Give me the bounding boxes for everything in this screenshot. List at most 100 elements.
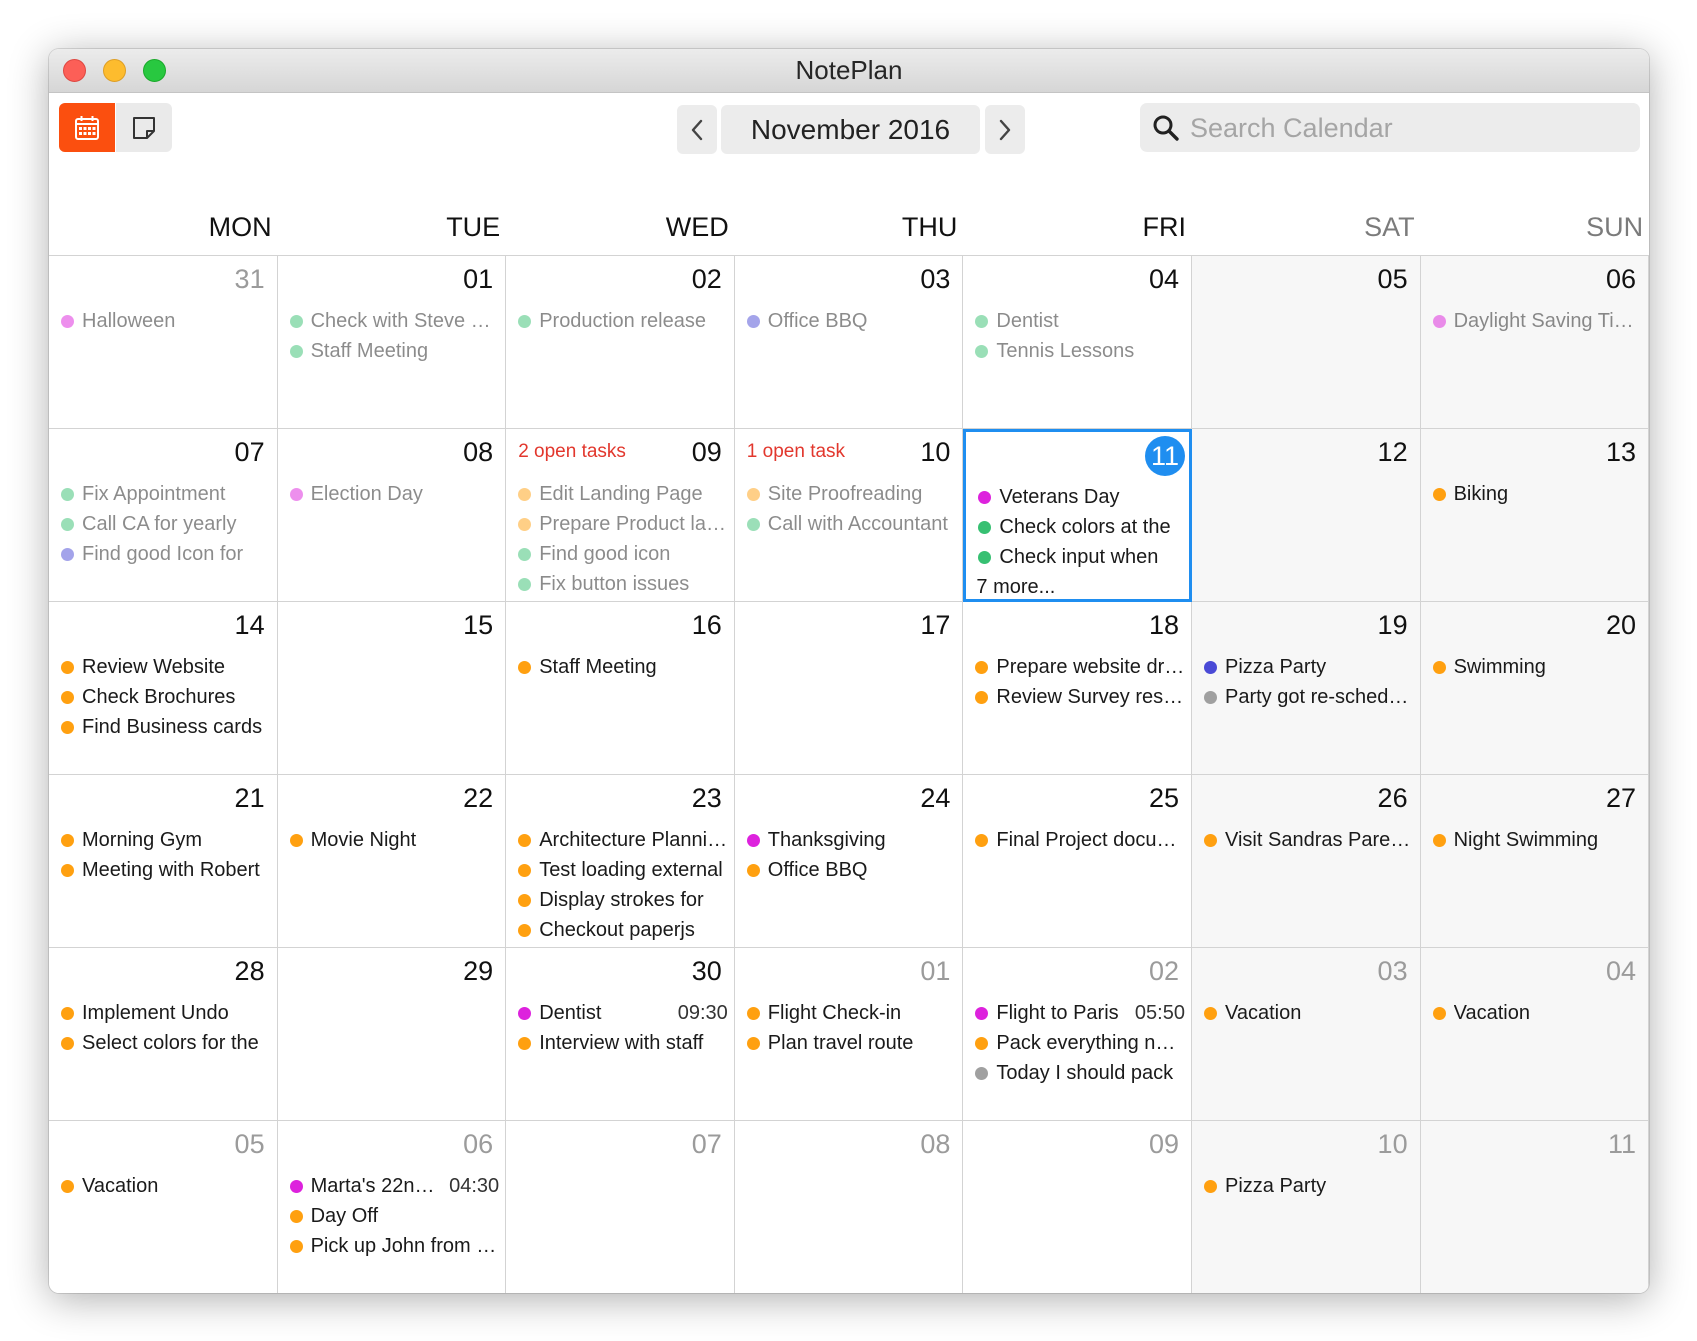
day-cell[interactable]: 06 Daylight Saving Time ends <box>1420 256 1649 429</box>
event-item[interactable]: Find good Icon for <box>61 539 271 569</box>
event-item[interactable]: Swimming <box>1432 652 1642 682</box>
event-item[interactable]: Visit Sandras Parents <box>1204 825 1414 855</box>
event-item[interactable]: Thanksgiving <box>746 825 957 855</box>
search-box[interactable] <box>1140 103 1640 154</box>
event-item[interactable]: Flight to Paris 05:50 <box>975 998 1185 1028</box>
event-item[interactable]: Review Survey results <box>975 682 1185 712</box>
day-cell[interactable]: 08 <box>734 1121 964 1293</box>
day-cell[interactable]: 02 Flight to Paris 05:50 Pack everything ne… <box>963 948 1192 1121</box>
day-cell[interactable]: 23 Architecture Planning Test loading exte… <box>506 775 735 948</box>
event-item[interactable]: Biking <box>1432 479 1642 509</box>
day-cell[interactable]: 10 1 open task Site Proofreading Call with … <box>734 429 964 602</box>
day-cell[interactable]: 18 Prepare website draft Review Survey res… <box>963 602 1192 775</box>
day-cell[interactable]: 25 Final Project documents <box>963 775 1192 948</box>
event-item[interactable]: Select colors for the <box>61 1028 271 1058</box>
day-cell[interactable]: 22 Movie Night <box>277 775 507 948</box>
event-item[interactable]: Staff Meeting <box>518 652 728 682</box>
event-item[interactable]: Prepare website draft <box>975 652 1185 682</box>
event-item[interactable]: Vacation <box>1432 998 1642 1028</box>
day-cell[interactable]: 27 Night Swimming <box>1420 775 1649 948</box>
event-item[interactable]: Pizza Party <box>1204 652 1414 682</box>
day-cell[interactable]: 24 Thanksgiving Office BBQ <box>734 775 964 948</box>
event-item[interactable]: Edit Landing Page <box>518 479 728 509</box>
day-cell[interactable]: 29 <box>277 948 507 1121</box>
day-cell[interactable]: 02 Production release <box>506 256 735 429</box>
event-item[interactable]: Call CA for yearly <box>61 509 271 539</box>
event-item[interactable]: Morning Gym <box>61 825 271 855</box>
day-cell[interactable]: 31 Halloween <box>49 256 278 429</box>
day-cell[interactable]: 28 Implement Undo Select colors for the <box>49 948 278 1121</box>
event-item[interactable]: Plan travel route <box>746 1028 957 1058</box>
day-cell[interactable]: 07 <box>506 1121 735 1293</box>
title-bar[interactable]: NotePlan <box>49 49 1649 93</box>
event-item[interactable]: Check input when <box>978 542 1183 572</box>
event-item[interactable]: Night Swimming <box>1432 825 1642 855</box>
day-cell[interactable]: 15 <box>277 602 507 775</box>
day-cell[interactable]: 30 Dentist 09:30 Interview with staff <box>506 948 735 1121</box>
open-tasks-label[interactable]: 2 open tasks <box>518 441 626 463</box>
event-item[interactable]: Dentist 09:30 <box>518 998 728 1028</box>
event-item[interactable]: Fix button issues <box>518 569 728 599</box>
event-item[interactable]: Pizza Party <box>1204 1171 1414 1201</box>
event-item[interactable]: Find Business cards <box>61 712 271 742</box>
day-cell[interactable]: 12 <box>1192 429 1421 602</box>
day-cell[interactable]: 11 <box>1420 1121 1649 1293</box>
day-cell[interactable]: 05 Vacation <box>49 1121 278 1293</box>
previous-month-button[interactable] <box>677 105 717 154</box>
current-month-label[interactable]: November 2016 <box>721 105 980 154</box>
event-item[interactable]: Office BBQ <box>746 855 957 885</box>
event-item[interactable]: Test loading external <box>518 855 728 885</box>
event-item[interactable]: Display strokes for <box>518 885 728 915</box>
day-cell[interactable]: 09 <box>963 1121 1192 1293</box>
day-cell[interactable]: 05 <box>1192 256 1421 429</box>
day-cell[interactable]: 13 Biking <box>1420 429 1649 602</box>
calendar-view-button[interactable] <box>59 103 115 152</box>
day-cell[interactable]: 26 Visit Sandras Parents <box>1192 775 1421 948</box>
day-cell[interactable]: 03 Vacation <box>1192 948 1421 1121</box>
event-item[interactable]: Today I should pack <box>975 1058 1185 1088</box>
day-cell-today[interactable]: 11 Veterans Day Check colors at the Check i… <box>963 429 1192 602</box>
event-item[interactable]: Day Off <box>289 1201 500 1231</box>
event-item[interactable]: Production release <box>518 306 728 336</box>
day-cell[interactable]: 04 Dentist Tennis Lessons <box>963 256 1192 429</box>
event-item[interactable]: Meeting with Robert <box>61 855 271 885</box>
event-item[interactable]: Pick up John from the <box>289 1231 499 1261</box>
day-cell[interactable]: 04 Vacation <box>1420 948 1649 1121</box>
event-item[interactable]: Vacation <box>61 1171 271 1201</box>
day-cell[interactable]: 03 Office BBQ <box>734 256 964 429</box>
event-item[interactable]: Architecture Planning <box>518 825 728 855</box>
event-item[interactable]: Checkout paperjs <box>518 915 728 945</box>
event-item[interactable]: Check Brochures <box>61 682 271 712</box>
event-item[interactable]: Veterans Day <box>978 482 1183 512</box>
event-item[interactable]: Election Day <box>289 479 500 509</box>
event-item[interactable]: Dentist <box>975 306 1185 336</box>
event-item[interactable]: Party got re-scheduled <box>1204 682 1414 712</box>
day-cell[interactable]: 21 Morning Gym Meeting with Robert <box>49 775 278 948</box>
day-cell[interactable]: 01 Flight Check-in Plan travel route <box>734 948 964 1121</box>
notes-view-button[interactable] <box>116 103 172 152</box>
event-item[interactable]: Final Project documents <box>975 825 1185 855</box>
open-tasks-label[interactable]: 1 open task <box>747 441 845 463</box>
search-input[interactable] <box>1188 103 1632 154</box>
day-cell[interactable]: 07 Fix Appointment Call CA for yearly Find … <box>49 429 278 602</box>
event-item[interactable]: Pack everything needed <box>975 1028 1185 1058</box>
event-item[interactable]: Check colors at the <box>978 512 1183 542</box>
more-events-link[interactable]: 7 more... <box>976 572 1055 602</box>
event-item[interactable]: Movie Night <box>289 825 500 855</box>
event-item[interactable]: Daylight Saving Time ends <box>1432 306 1642 336</box>
event-item[interactable]: Vacation <box>1204 998 1414 1028</box>
day-cell[interactable]: 16 Staff Meeting <box>506 602 735 775</box>
event-item[interactable]: Implement Undo <box>61 998 271 1028</box>
event-item[interactable]: Office BBQ <box>746 306 957 336</box>
event-item[interactable]: Check with Steve about <box>289 306 499 336</box>
day-cell[interactable]: 01 Check with Steve about Staff Meeting <box>277 256 507 429</box>
day-cell[interactable]: 09 2 open tasks Edit Landing Page Prepare P… <box>506 429 735 602</box>
event-item[interactable]: Tennis Lessons <box>975 336 1185 366</box>
day-cell[interactable]: 20 Swimming <box>1420 602 1649 775</box>
event-item[interactable]: Find good icon <box>518 539 728 569</box>
event-item[interactable]: Review Website <box>61 652 271 682</box>
day-cell[interactable]: 17 <box>734 602 964 775</box>
event-item[interactable]: Staff Meeting <box>289 336 500 366</box>
next-month-button[interactable] <box>985 105 1025 154</box>
day-cell[interactable]: 14 Review Website Check Brochures Find Busi… <box>49 602 278 775</box>
